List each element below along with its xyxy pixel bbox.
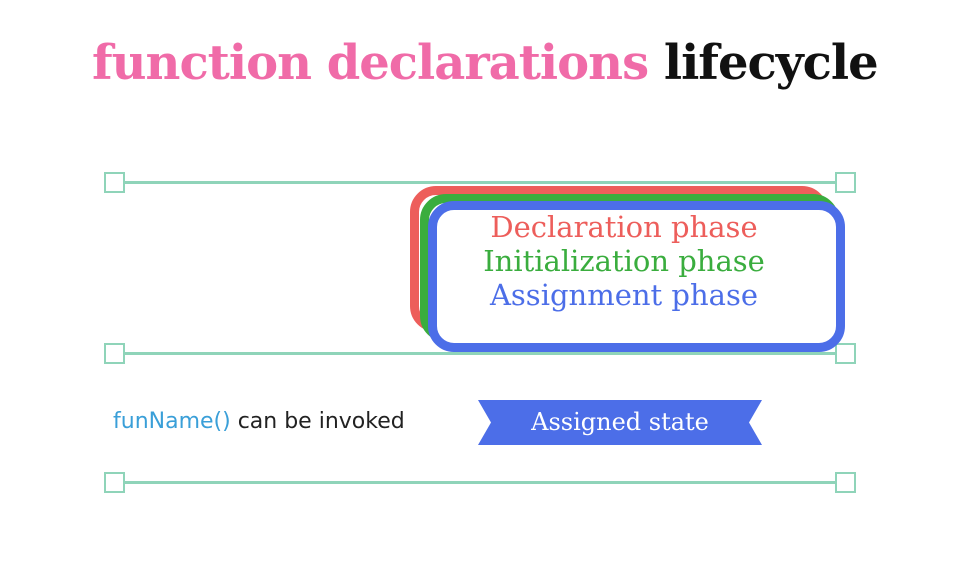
assigned-state-banner: Assigned state — [478, 400, 762, 445]
page-title: function declarations lifecycle — [92, 28, 879, 98]
title-part-pink: function declarations — [92, 35, 649, 91]
title-part-dark: lifecycle — [663, 35, 879, 91]
invoke-note: funName() can be invoked — [113, 407, 405, 437]
square-handle-icon[interactable] — [104, 472, 125, 493]
square-handle-icon[interactable] — [104, 172, 125, 193]
assigned-state-label: Assigned state — [531, 408, 709, 436]
phase-labels: Declaration phase Initialization phase A… — [414, 210, 834, 312]
invoke-note-text: can be invoked — [230, 409, 405, 434]
timeline-track-bottom — [104, 472, 856, 494]
square-handle-icon[interactable] — [835, 472, 856, 493]
declaration-phase-label: Declaration phase — [490, 210, 758, 244]
assignment-phase-label: Assignment phase — [489, 278, 758, 312]
function-call-code: funName() — [113, 409, 231, 434]
initialization-phase-label: Initialization phase — [483, 244, 765, 278]
timeline-line — [104, 181, 856, 184]
timeline-line — [104, 481, 856, 484]
square-handle-icon[interactable] — [104, 343, 125, 364]
timeline-line — [104, 352, 856, 355]
